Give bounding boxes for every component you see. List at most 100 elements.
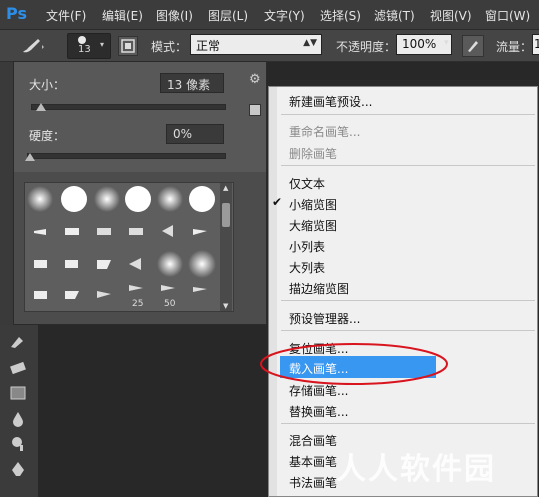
menu-file[interactable]: 文件(F) — [46, 7, 86, 24]
hard-round-brush-3[interactable] — [189, 186, 215, 212]
tip-brush-7[interactable] — [129, 285, 143, 291]
tip-brush-6[interactable] — [97, 291, 111, 298]
size-label: 大小： — [29, 78, 66, 92]
menu-edit[interactable]: 编辑(E) — [102, 7, 143, 24]
scroll-up-icon[interactable]: ▲ — [223, 184, 228, 192]
scroll-down-icon[interactable]: ▼ — [223, 302, 228, 310]
fan-brush-1[interactable] — [162, 225, 173, 237]
check-icon: ✔ — [272, 195, 283, 209]
hard-round-brush-2[interactable] — [125, 186, 151, 212]
menu-item-mixed-brushes[interactable]: 混合画笔 — [289, 432, 337, 449]
hard-round-brush-1[interactable] — [61, 186, 87, 212]
pen-tool-icon[interactable] — [9, 461, 27, 477]
gear-icon[interactable]: ⚙ — [249, 72, 265, 88]
menu-item-replace-brushes[interactable]: 替换画笔... — [289, 403, 348, 420]
flat-brush-2[interactable] — [65, 260, 78, 268]
hardness-input[interactable]: 0% — [166, 124, 224, 144]
hardness-label: 硬度： — [29, 129, 66, 143]
brush-glyph — [23, 39, 44, 53]
flow-label: 流量： — [496, 40, 533, 54]
blur-drop-icon[interactable] — [9, 411, 27, 427]
menu-item-small-thumbnail[interactable]: 小缩览图 — [289, 196, 337, 213]
tip-brush-9[interactable] — [193, 287, 207, 292]
hardness-slider-track[interactable] — [27, 153, 226, 159]
dodge-icon[interactable] — [9, 435, 27, 451]
photoshop-logo: Ps — [6, 4, 27, 23]
menu-item-preset-manager[interactable]: 预设管理器... — [289, 310, 360, 327]
menu-separator — [281, 330, 535, 331]
brush-thumbnail-grid: 25 50 — [24, 182, 234, 312]
watermark-text: 人人软件园 — [336, 452, 496, 487]
menu-separator — [281, 423, 535, 424]
grid-scrollbar-thumb[interactable] — [222, 203, 230, 227]
chevron-updown-icon: ▲▼ — [303, 38, 317, 48]
mode-select[interactable]: 正常 ▲▼ — [190, 34, 322, 55]
menu-item-large-list[interactable]: 大列表 — [289, 259, 325, 276]
tip-brush-8[interactable] — [161, 285, 175, 291]
toggle-brush-panel-icon[interactable] — [118, 36, 138, 56]
tip-brush-5[interactable] — [193, 229, 207, 235]
opacity-value: 100% — [402, 37, 437, 51]
menu-item-calligraphic-brushes[interactable]: 书法画笔 — [289, 474, 337, 491]
menu-separator — [281, 114, 535, 115]
menu-window[interactable]: 窗口(W) — [485, 7, 530, 24]
soft-round-brush-3[interactable] — [157, 186, 183, 212]
size-input[interactable]: 13 像素 — [160, 73, 224, 93]
brush-thumbnails-drawing — [27, 186, 216, 299]
brush-size-label-25: 25 — [132, 299, 144, 309]
annotation-ellipse — [260, 343, 448, 385]
hardness-slider-thumb[interactable] — [25, 153, 35, 161]
menu-type[interactable]: 文字(Y) — [264, 7, 305, 24]
soft-round-brush-2[interactable] — [94, 186, 120, 212]
menu-filter[interactable]: 滤镜(T) — [374, 7, 415, 24]
flat-brush-1[interactable] — [34, 260, 47, 268]
menu-item-delete[interactable]: 删除画笔 — [289, 145, 337, 162]
menu-item-text-only[interactable]: 仅文本 — [289, 175, 325, 192]
opacity-dropdown-icon[interactable]: ▾ — [444, 38, 449, 48]
tip-brush-2[interactable] — [65, 228, 79, 235]
opacity-label: 不透明度： — [336, 40, 397, 54]
tablet-pressure-icon[interactable] — [462, 35, 484, 57]
flat-brush-3[interactable] — [97, 260, 111, 269]
menu-view[interactable]: 视图(V) — [430, 7, 472, 24]
brush-size-number: 13 — [78, 44, 91, 55]
flow-field[interactable]: 1 — [532, 34, 539, 55]
menu-bar: Ps 文件(F) 编辑(E) 图像(I) 图层(L) 文字(Y) 选择(S) 滤… — [0, 0, 539, 30]
menu-icon-gutter — [269, 87, 277, 496]
mode-label: 模式： — [151, 40, 188, 54]
soft-round-brush-5[interactable] — [188, 250, 216, 278]
mode-value: 正常 — [196, 39, 221, 53]
menu-item-large-thumbnail[interactable]: 大缩览图 — [289, 217, 337, 234]
brush-tool-icon[interactable] — [20, 36, 46, 56]
soft-round-brush-1[interactable] — [27, 186, 53, 212]
tip-brush-4[interactable] — [129, 228, 143, 235]
flat-brush-5[interactable] — [65, 291, 79, 299]
fan-brush-2[interactable] — [129, 258, 141, 270]
tools-panel — [0, 325, 38, 497]
soft-round-brush-4[interactable] — [157, 251, 183, 277]
menu-item-stroke-thumbnail[interactable]: 描边缩览图 — [289, 280, 349, 297]
flow-value: 1 — [534, 37, 539, 51]
eraser-icon[interactable] — [9, 359, 27, 375]
menu-item-basic-brushes[interactable]: 基本画笔 — [289, 453, 337, 470]
size-slider-thumb[interactable] — [36, 103, 46, 111]
pen-pressure-glyph — [468, 41, 478, 52]
brush-size-label-50: 50 — [164, 299, 176, 309]
tip-brush-1[interactable] — [34, 229, 46, 235]
size-slider-track[interactable] — [31, 104, 226, 110]
menu-item-small-list[interactable]: 小列表 — [289, 238, 325, 255]
menu-item-new-preset[interactable]: 新建画笔预设... — [289, 93, 372, 110]
flat-brush-4[interactable] — [34, 291, 47, 299]
brush-panel-glyph — [121, 39, 135, 53]
menu-separator — [281, 165, 535, 166]
menu-item-rename[interactable]: 重命名画笔... — [289, 123, 360, 140]
new-preset-icon[interactable] — [249, 104, 261, 116]
menu-separator — [281, 300, 535, 301]
menu-layer[interactable]: 图层(L) — [208, 7, 248, 24]
menu-select[interactable]: 选择(S) — [320, 7, 361, 24]
menu-image[interactable]: 图像(I) — [156, 7, 193, 24]
tip-brush-3[interactable] — [97, 228, 111, 235]
gradient-icon[interactable] — [9, 385, 27, 401]
history-brush-icon[interactable] — [9, 333, 27, 349]
preset-dropdown-arrow-icon[interactable]: ▾ — [100, 40, 104, 49]
